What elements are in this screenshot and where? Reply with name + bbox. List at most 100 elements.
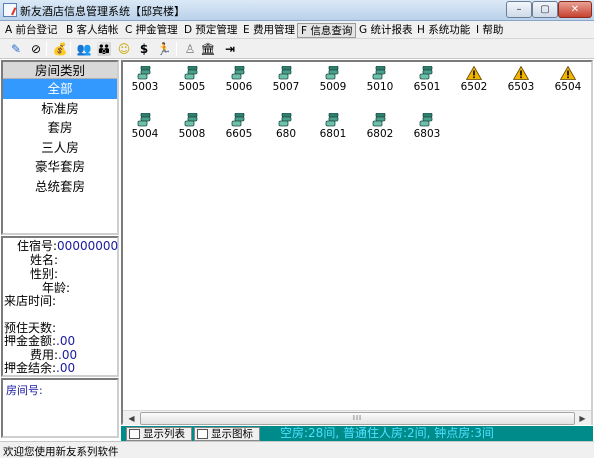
- people-icon[interactable]: 👥: [76, 41, 92, 57]
- menu-reservation[interactable]: D 预定管理: [181, 23, 240, 38]
- menu-checkout[interactable]: B 客人结帐: [63, 23, 122, 38]
- room-number: 6504: [554, 81, 582, 93]
- room-tile[interactable]: 6501: [405, 64, 449, 98]
- show-list-button[interactable]: 显示列表: [126, 427, 192, 441]
- room-tile[interactable]: 6504: [546, 64, 590, 98]
- room-type-triple[interactable]: 三人房: [3, 138, 117, 158]
- vacant-room-icon: [231, 66, 245, 80]
- show-icons-button[interactable]: 显示图标: [194, 427, 260, 441]
- room-tile[interactable]: 6502: [452, 64, 496, 98]
- balance-value: .00: [56, 361, 76, 375]
- toolbar-separator: [176, 42, 177, 56]
- room-tile[interactable]: 5006: [217, 64, 261, 98]
- minimize-button[interactable]: –: [506, 1, 532, 18]
- room-tile[interactable]: 5003: [123, 64, 167, 98]
- room-type-standard[interactable]: 标准房: [3, 99, 117, 119]
- menu-front-desk[interactable]: A 前台登记: [2, 23, 61, 38]
- close-button[interactable]: ✕: [558, 1, 592, 18]
- toolbar-separator: [70, 42, 71, 56]
- list-view-icon: [129, 429, 140, 439]
- room-type-all[interactable]: 全部: [3, 79, 117, 99]
- vacant-room-icon: [231, 113, 245, 127]
- room-type-panel: 房间类别 全部 标准房 套房 三人房 豪华套房 总统套房: [1, 60, 119, 235]
- room-number: 6503: [507, 81, 535, 93]
- room-tile[interactable]: 5004: [123, 111, 167, 145]
- money-bag-icon[interactable]: 💰: [52, 41, 68, 57]
- room-tile[interactable]: 5005: [170, 64, 214, 98]
- menu-system[interactable]: H 系统功能: [414, 23, 473, 38]
- horizontal-scrollbar[interactable]: ◀ III ▶: [123, 410, 591, 425]
- status-bar: 欢迎您使用新友系列软件: [0, 441, 594, 458]
- room-type-presidential-suite[interactable]: 总统套房: [3, 177, 117, 197]
- view-bar: 显示列表 显示图标 空房:28间, 普通住人房:2间, 钟点房:3间: [121, 426, 593, 441]
- scroll-right-icon[interactable]: ▶: [575, 412, 590, 425]
- room-number: 6802: [366, 128, 394, 140]
- room-tile[interactable]: 6801: [311, 111, 355, 145]
- vacant-room-icon: [278, 113, 292, 127]
- vacant-room-icon: [372, 66, 386, 80]
- room-tile[interactable]: 5009: [311, 64, 355, 98]
- warning-icon: [560, 66, 576, 80]
- window-title: 新友酒店信息管理系统【邸宾楼】: [20, 5, 185, 18]
- scroll-thumb[interactable]: III: [140, 412, 575, 425]
- menu-info-query[interactable]: F 信息查询: [297, 23, 357, 38]
- room-type-deluxe-suite[interactable]: 豪华套房: [3, 157, 117, 177]
- vacant-room-icon: [278, 66, 292, 80]
- edit-icon[interactable]: ✎: [8, 41, 24, 57]
- maximize-button[interactable]: ▢: [532, 1, 558, 18]
- icon-view-icon: [197, 429, 208, 439]
- room-number-panel: 房间号:: [1, 378, 119, 438]
- menu-reports[interactable]: G 统计报表: [356, 23, 415, 38]
- bank-icon[interactable]: 🏛: [200, 41, 216, 57]
- room-tile[interactable]: 6605: [217, 111, 261, 145]
- dollar-icon[interactable]: $: [136, 41, 152, 57]
- room-tile[interactable]: 5008: [170, 111, 214, 145]
- menu-bar: A 前台登记 B 客人结帐 C 押金管理 D 预定管理 E 费用管理 F 信息查…: [0, 21, 594, 39]
- show-list-label: 显示列表: [143, 428, 185, 440]
- room-number: 5003: [131, 81, 159, 93]
- room-tile[interactable]: 680: [264, 111, 308, 145]
- scroll-left-icon[interactable]: ◀: [124, 412, 139, 425]
- room-number: 680: [275, 128, 297, 140]
- room-tile[interactable]: 6503: [499, 64, 543, 98]
- app-icon: [3, 3, 17, 17]
- room-number: 5005: [178, 81, 206, 93]
- guest-info-panel: 住宿号:00000000 姓名: 性别: 年龄: 来店时间: 预住天数: 押金金…: [1, 236, 119, 377]
- warning-icon: [466, 66, 482, 80]
- vacant-room-icon: [325, 113, 339, 127]
- group-icon[interactable]: 👪: [96, 41, 112, 57]
- room-number: 5004: [131, 128, 159, 140]
- vacant-room-icon: [372, 113, 386, 127]
- exit-icon[interactable]: ⇥: [222, 41, 238, 57]
- stand-icon[interactable]: ♙: [182, 41, 198, 57]
- stay-number-row: 住宿号:00000000: [17, 240, 118, 253]
- clock-icon[interactable]: ⊘: [28, 41, 44, 57]
- room-tile[interactable]: 6802: [358, 111, 402, 145]
- menu-expense[interactable]: E 费用管理: [240, 23, 298, 38]
- deposit-value: .00: [56, 334, 76, 348]
- menu-deposit[interactable]: C 押金管理: [122, 23, 181, 38]
- menu-help[interactable]: I 帮助: [473, 23, 506, 38]
- smiley-icon[interactable]: ☺: [116, 41, 132, 57]
- room-number-label: 房间号:: [6, 384, 43, 397]
- room-type-suite[interactable]: 套房: [3, 118, 117, 138]
- room-type-header: 房间类别: [3, 62, 117, 79]
- vacant-room-icon: [184, 66, 198, 80]
- balance-row: 押金结余:.00: [4, 362, 75, 375]
- runner-icon[interactable]: 🏃: [156, 41, 172, 57]
- vacant-room-icon: [325, 66, 339, 80]
- room-tile[interactable]: 6803: [405, 111, 449, 145]
- name-label: 姓名:: [30, 253, 59, 267]
- room-number: 5010: [366, 81, 394, 93]
- gender-label: 性别:: [30, 267, 59, 281]
- room-tile[interactable]: 5007: [264, 64, 308, 98]
- stay-number-label: 住宿号:: [17, 239, 58, 253]
- room-tile[interactable]: 5010: [358, 64, 402, 98]
- deposit-label: 押金金额:: [4, 334, 57, 348]
- arrival-time-label: 来店时间:: [4, 294, 57, 308]
- fee-value: .00: [58, 348, 78, 362]
- room-number: 6605: [225, 128, 253, 140]
- toolbar: ✎ ⊘ 💰 👥 👪 ☺ $ 🏃 ♙ 🏛 ⇥: [0, 39, 594, 59]
- title-bar: 新友酒店信息管理系统【邸宾楼】 – ▢ ✕: [0, 0, 594, 21]
- balance-label: 押金结余:: [4, 361, 57, 375]
